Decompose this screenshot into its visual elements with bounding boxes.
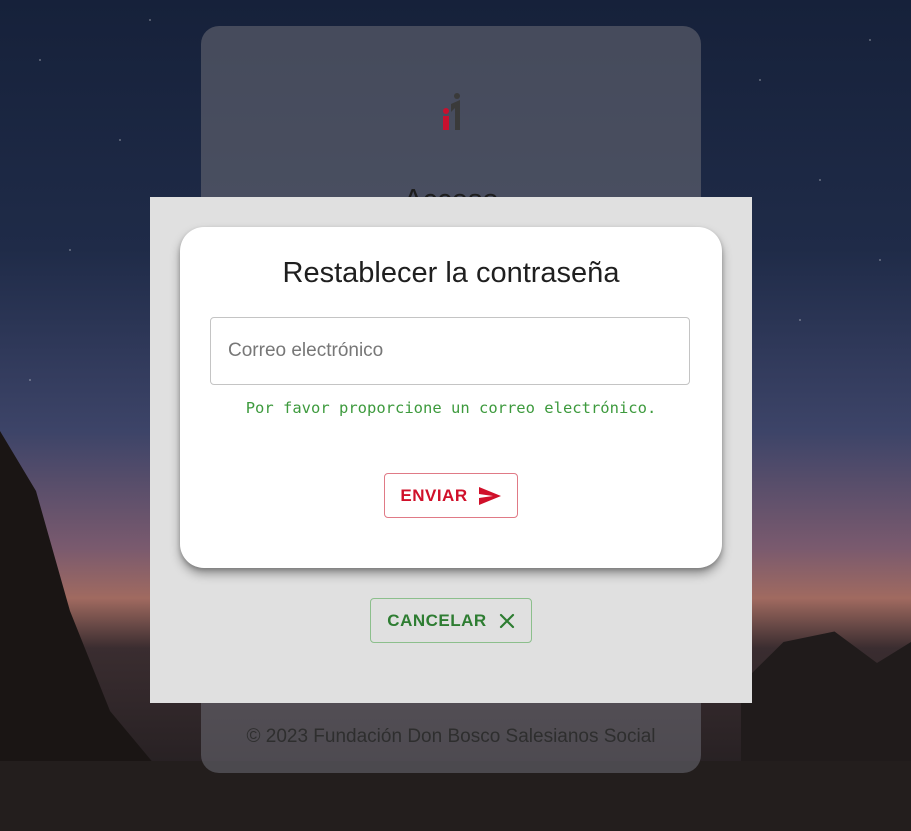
cancel-button-label: CANCELAR bbox=[387, 610, 487, 630]
footer-copyright: © 2023 Fundación Don Bosco Salesianos So… bbox=[246, 726, 656, 747]
email-field[interactable] bbox=[210, 317, 690, 385]
reset-password-dialog: Restablecer la contraseña Por favor prop… bbox=[180, 227, 722, 568]
brand-logo-icon bbox=[443, 93, 460, 130]
email-input[interactable] bbox=[211, 318, 689, 384]
dialog-title: Restablecer la contraseña bbox=[282, 257, 620, 289]
dialog-overlay: Restablecer la contraseña Por favor prop… bbox=[150, 197, 752, 703]
email-helper-text: Por favor proporcione un correo electrón… bbox=[245, 399, 657, 417]
send-icon bbox=[478, 486, 502, 506]
cancel-button[interactable]: CANCELAR bbox=[370, 598, 532, 643]
send-button-label: ENVIAR bbox=[400, 485, 468, 505]
close-icon bbox=[499, 613, 515, 629]
send-button[interactable]: ENVIAR bbox=[384, 473, 518, 518]
